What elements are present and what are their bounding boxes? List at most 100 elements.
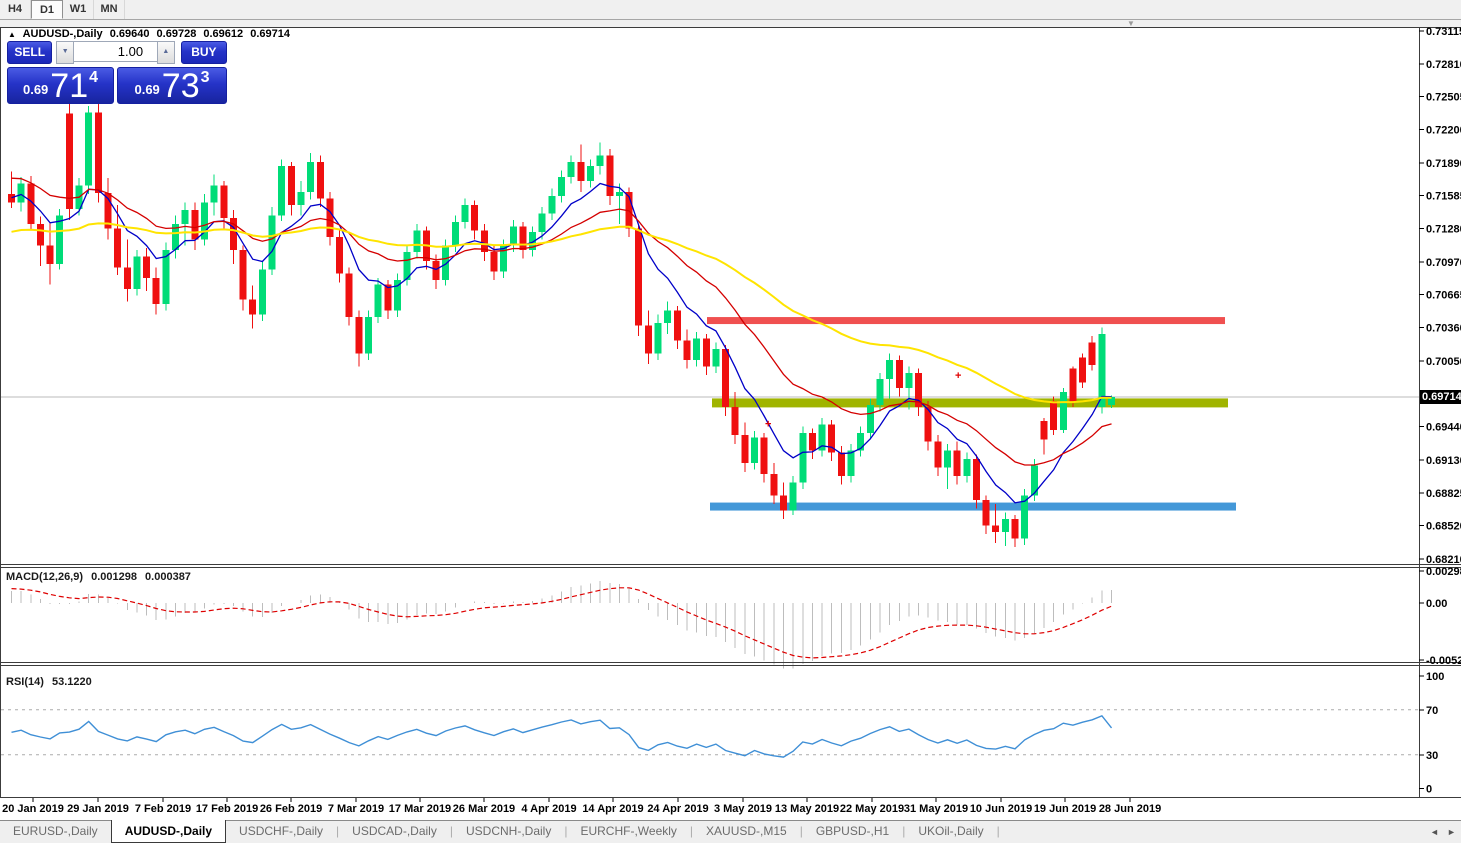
date-axis-label: 10 Jun 2019 bbox=[970, 803, 1032, 815]
rsi-value: 53.1220 bbox=[51, 676, 92, 688]
candle-body bbox=[770, 473, 778, 496]
buy-button[interactable]: BUY bbox=[180, 41, 228, 64]
candle-body bbox=[1040, 421, 1048, 440]
candle-body bbox=[799, 433, 807, 483]
tab-usdchf-daily[interactable]: USDCHF-,Daily bbox=[226, 821, 336, 843]
candle-body bbox=[46, 245, 54, 265]
sell-price-display[interactable]: 0.69 71 4 bbox=[7, 67, 115, 104]
candle-body bbox=[509, 226, 517, 246]
tab-xauusd-m15[interactable]: XAUUSD-,M15 bbox=[693, 821, 800, 843]
svg-text:+: + bbox=[955, 370, 961, 382]
candle-body bbox=[413, 230, 421, 253]
tab-ukoil-daily[interactable]: UKOil-,Daily bbox=[905, 821, 996, 843]
candle-body bbox=[490, 252, 498, 272]
volume-decrease-icon[interactable]: ▼ bbox=[56, 41, 75, 64]
volume-increase-icon[interactable]: ▲ bbox=[157, 41, 175, 64]
candle-body bbox=[1079, 357, 1087, 383]
price-axis-label: 0.69440 bbox=[1426, 422, 1461, 434]
candle-body bbox=[181, 210, 189, 225]
one-click-collapse-icon[interactable]: ▲ bbox=[8, 30, 16, 39]
candle-body bbox=[760, 437, 768, 474]
chart-symbol-label: AUDUSD-,Daily bbox=[22, 28, 103, 40]
chart-canvas[interactable]: + +0.73115 0.72810 0.72505 0.72200 0.71890 0.7… bbox=[0, 0, 1461, 842]
chart-title: ▲ AUDUSD-,Daily 0.69640 0.69728 0.69612 … bbox=[8, 28, 294, 40]
date-axis-label: 4 Apr 2019 bbox=[521, 803, 576, 815]
volume-input[interactable] bbox=[74, 41, 158, 62]
candle-body bbox=[702, 338, 710, 367]
buy-price-big: 73 bbox=[161, 67, 200, 105]
candle-body bbox=[963, 458, 971, 477]
candle-body bbox=[374, 284, 382, 317]
candle-body bbox=[808, 433, 816, 451]
candle-body bbox=[316, 161, 324, 199]
svg-text:+: + bbox=[765, 418, 771, 430]
date-axis-label: 31 May 2019 bbox=[904, 803, 968, 815]
candle-body bbox=[1088, 342, 1096, 366]
candle-body bbox=[1011, 519, 1019, 539]
candle-body bbox=[876, 379, 884, 406]
rsi-axis-label: 0 bbox=[1426, 784, 1432, 796]
candle-body bbox=[8, 194, 15, 203]
tab-eurusd-daily[interactable]: EURUSD-,Daily bbox=[0, 821, 111, 843]
candle-body bbox=[123, 267, 131, 289]
candle-body bbox=[143, 256, 151, 279]
candle-body bbox=[326, 198, 334, 238]
ohlc-open: 0.69640 bbox=[109, 28, 150, 40]
rsi-indicator-label: RSI(14) 53.1220 bbox=[6, 676, 97, 688]
candle-body bbox=[741, 435, 749, 464]
price-axis-label: 0.71585 bbox=[1426, 191, 1461, 203]
candle-body bbox=[1001, 519, 1009, 533]
date-axis-label: 17 Mar 2019 bbox=[389, 803, 451, 815]
candle-body bbox=[953, 450, 961, 477]
candle-body bbox=[519, 226, 527, 251]
macd-value-main: 0.001298 bbox=[91, 571, 137, 583]
candle-body bbox=[538, 213, 546, 232]
date-axis-label: 3 May 2019 bbox=[714, 803, 772, 815]
candle-body bbox=[85, 112, 93, 186]
tab-scroll-right-icon[interactable]: ► bbox=[1447, 827, 1456, 837]
candle-body bbox=[789, 482, 797, 511]
candle-body bbox=[249, 299, 257, 315]
candle-body bbox=[114, 228, 122, 268]
tab-audusd-daily[interactable]: AUDUSD-,Daily bbox=[110, 820, 227, 843]
candle-body bbox=[461, 204, 469, 223]
candle-body bbox=[731, 407, 739, 436]
tab-scroll-left-icon[interactable]: ◄ bbox=[1430, 827, 1439, 837]
sell-button[interactable]: SELL bbox=[7, 41, 53, 64]
candle-body bbox=[336, 237, 344, 274]
candle-body bbox=[635, 228, 643, 326]
candle-body bbox=[586, 166, 594, 182]
candle-body bbox=[712, 349, 720, 367]
candle-body bbox=[548, 196, 556, 214]
macd-name: MACD(12,26,9) bbox=[6, 571, 84, 583]
price-axis-label: 0.72505 bbox=[1426, 92, 1461, 104]
price-axis-label: 0.72200 bbox=[1426, 124, 1461, 136]
buy-price-pip: 3 bbox=[200, 69, 210, 86]
date-axis-label: 17 Feb 2019 bbox=[196, 803, 258, 815]
one-click-trading-panel: SELL ▼ ▲ BUY 0.69 71 4 0.69 73 3 bbox=[7, 41, 228, 104]
price-axis-label: 0.68520 bbox=[1426, 521, 1461, 533]
sell-price-prefix: 0.69 bbox=[22, 82, 49, 97]
candle-body bbox=[345, 273, 353, 317]
candle-body bbox=[606, 155, 614, 197]
candle-body bbox=[567, 161, 575, 177]
ohlc-close: 0.69714 bbox=[250, 28, 290, 40]
price-axis-label: 0.69130 bbox=[1426, 455, 1461, 467]
chart-shift-end-icon[interactable]: ▼ bbox=[1127, 19, 1135, 28]
tab-usdcad-daily[interactable]: USDCAD-,Daily bbox=[339, 821, 450, 843]
macd-indicator-label: MACD(12,26,9) 0.001298 0.000387 bbox=[6, 571, 196, 583]
date-axis-label: 14 Apr 2019 bbox=[582, 803, 643, 815]
tab-eurchf-weekly[interactable]: EURCHF-,Weekly bbox=[567, 821, 689, 843]
tab-usdcnh-daily[interactable]: USDCNH-,Daily bbox=[453, 821, 564, 843]
tab-gbpusd-h1[interactable]: GBPUSD-,H1 bbox=[803, 821, 902, 843]
candle-body bbox=[1050, 400, 1058, 430]
price-axis-label: 0.68210 bbox=[1426, 554, 1461, 566]
candle-body bbox=[693, 338, 701, 360]
rsi-name: RSI(14) bbox=[6, 676, 44, 688]
candle-body bbox=[934, 441, 942, 468]
candle-body bbox=[722, 349, 730, 408]
price-axis-label: 0.70360 bbox=[1426, 323, 1461, 335]
candle-body bbox=[258, 269, 266, 315]
sell-price-pip: 4 bbox=[89, 69, 99, 86]
buy-price-display[interactable]: 0.69 73 3 bbox=[117, 67, 227, 104]
